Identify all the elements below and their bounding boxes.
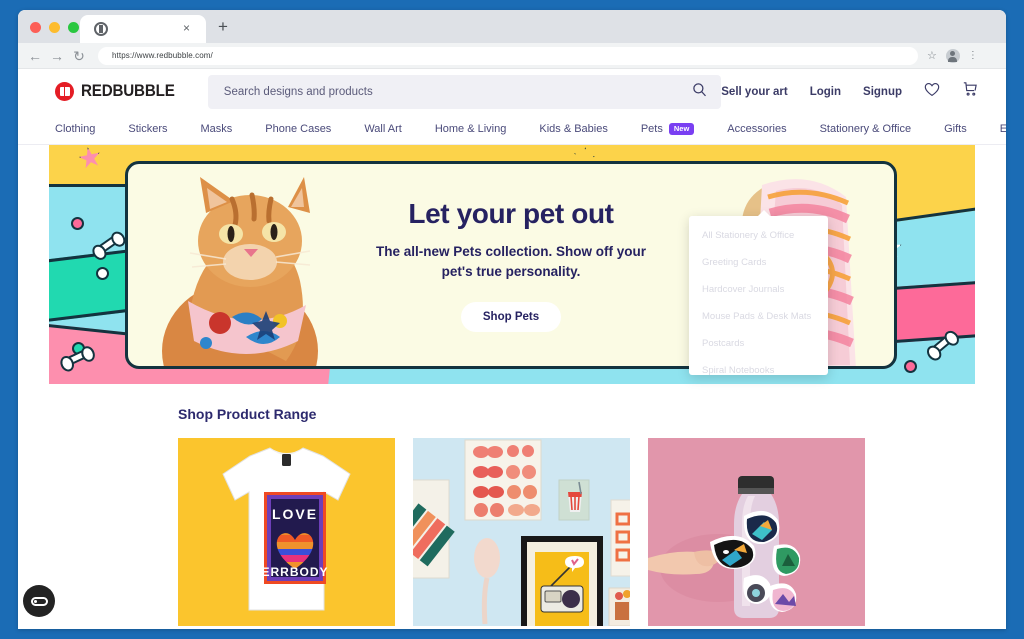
- heart-icon[interactable]: [924, 82, 940, 102]
- dropdown-item-hardcover-journals[interactable]: Hardcover Journals: [702, 284, 828, 295]
- browser-tab[interactable]: ×: [80, 15, 206, 43]
- sell-your-art-link[interactable]: Sell your art: [721, 86, 787, 98]
- nav-label: Home & Living: [434, 123, 507, 135]
- redbubble-logo-icon: [55, 82, 74, 101]
- nav-item-wall-art[interactable]: Wall Art: [364, 123, 402, 135]
- water-bottle-image: [648, 438, 865, 626]
- dropdown-item-spiral-notebooks[interactable]: Spiral Notebooks: [702, 365, 828, 376]
- nav-label: Masks: [200, 123, 233, 135]
- minimize-window-button[interactable]: [49, 22, 60, 33]
- accessibility-widget[interactable]: [23, 585, 55, 617]
- search-icon[interactable]: [692, 82, 707, 102]
- product-card-wall-art[interactable]: [413, 438, 630, 626]
- shop-pets-button[interactable]: Shop Pets: [460, 301, 562, 332]
- url-text: https://www.redbubble.com/: [112, 51, 213, 60]
- svg-text:LOVE: LOVE: [272, 506, 318, 522]
- tshirt-image: LOVE ERRBODY: [222, 447, 351, 611]
- dropdown-item-mouse-pads[interactable]: Mouse Pads & Desk Mats: [702, 311, 828, 322]
- category-nav: Clothing Stickers Masks Phone Cases Wall…: [18, 114, 1006, 145]
- hero-title: Let your pet out: [408, 198, 614, 230]
- nav-label: Pets: [640, 123, 663, 135]
- nav-item-clothing[interactable]: Clothing: [55, 123, 95, 135]
- nav-label: Explore designs: [999, 123, 1006, 135]
- close-window-button[interactable]: [30, 22, 41, 33]
- accessibility-icon: [30, 596, 48, 606]
- nav-item-pets[interactable]: Pets New: [640, 123, 695, 135]
- shop-product-range-section: Shop Product Range LOVE ERRBODY: [18, 384, 1006, 626]
- nav-label: Wall Art: [364, 123, 402, 135]
- redbubble-logo[interactable]: REDBUBBLE: [55, 82, 183, 101]
- desktop-background: × + ← → ↻ https://www.redbubble.com/ ☆ ⋮…: [0, 0, 1024, 639]
- nav-label: Gifts: [944, 123, 967, 135]
- nav-label: Stickers: [128, 123, 168, 135]
- nav-label: Accessories: [727, 123, 787, 135]
- nav-item-explore-designs[interactable]: Explore designs: [1000, 123, 1006, 135]
- url-bar[interactable]: https://www.redbubble.com/: [98, 46, 918, 65]
- redbubble-logo-text: REDBUBBLE: [81, 82, 175, 100]
- nav-label: Clothing: [55, 123, 96, 135]
- web-page: REDBUBBLE Sell your art Login Signup: [18, 69, 1006, 629]
- cart-icon[interactable]: [962, 81, 978, 102]
- svg-text:ERRBODY: ERRBODY: [261, 565, 328, 579]
- deco-dot-white: [96, 267, 109, 280]
- avatar-icon[interactable]: [945, 48, 960, 63]
- nav-label: Stationery & Office: [819, 123, 912, 135]
- hero-subtitle: The all-new Pets collection. Show off yo…: [375, 244, 647, 279]
- nav-item-accessories[interactable]: Accessories: [727, 123, 786, 135]
- nav-item-masks[interactable]: Masks: [200, 123, 232, 135]
- nav-item-kids-babies[interactable]: Kids & Babies: [539, 123, 607, 135]
- back-button[interactable]: ←: [24, 49, 46, 63]
- search-input[interactable]: [223, 85, 664, 98]
- login-link[interactable]: Login: [810, 86, 841, 98]
- site-header: REDBUBBLE Sell your art Login Signup: [18, 69, 1006, 114]
- signup-link[interactable]: Signup: [863, 86, 902, 98]
- hero-text-block: Let your pet out The all-new Pets collec…: [369, 198, 654, 332]
- nav-label: Phone Cases: [265, 123, 332, 135]
- product-card-water-bottle[interactable]: [648, 438, 865, 626]
- dropdown-item-greeting-cards[interactable]: Greeting Cards: [702, 257, 828, 268]
- reload-button[interactable]: ↻: [68, 49, 90, 63]
- nav-item-home-living[interactable]: Home & Living: [435, 123, 507, 135]
- header-links: Sell your art Login Signup: [721, 81, 978, 102]
- nav-item-stickers[interactable]: Stickers: [128, 123, 167, 135]
- new-badge: New: [668, 123, 695, 135]
- window-controls[interactable]: [30, 22, 79, 33]
- browser-address-bar: ← → ↻ https://www.redbubble.com/ ☆ ⋮: [18, 43, 1006, 69]
- deco-dot-pink: [71, 217, 84, 230]
- cat-photo: [162, 177, 318, 366]
- hero-banner: Let your pet out The all-new Pets collec…: [49, 145, 975, 384]
- nav-item-stationery-office[interactable]: Stationery & Office: [820, 123, 912, 135]
- forward-button[interactable]: →: [46, 49, 68, 63]
- section-title: Shop Product Range: [178, 406, 317, 422]
- favicon-icon: [94, 22, 108, 36]
- product-card-tshirt[interactable]: LOVE ERRBODY: [178, 438, 395, 626]
- deco-dot-pink-right: [904, 360, 917, 373]
- product-card-list: LOVE ERRBODY: [178, 438, 1006, 626]
- new-tab-button[interactable]: +: [218, 18, 228, 35]
- tab-close-icon[interactable]: ×: [183, 22, 190, 34]
- wall-art-image: [413, 438, 630, 626]
- browser-window: × + ← → ↻ https://www.redbubble.com/ ☆ ⋮…: [18, 10, 1006, 629]
- browser-tab-strip: × +: [18, 10, 1006, 43]
- nav-label: Kids & Babies: [539, 123, 608, 135]
- nav-item-gifts[interactable]: Gifts: [944, 123, 967, 135]
- search-bar[interactable]: [207, 74, 722, 109]
- nav-item-phone-cases[interactable]: Phone Cases: [265, 123, 331, 135]
- browser-menu-icon[interactable]: ⋮: [968, 50, 978, 61]
- star-icon[interactable]: ☆: [927, 49, 937, 62]
- dropdown-item-postcards[interactable]: Postcards: [702, 338, 828, 349]
- maximize-window-button[interactable]: [68, 22, 79, 33]
- dropdown-item-all-stationery[interactable]: All Stationery & Office: [702, 230, 828, 241]
- stationery-office-dropdown[interactable]: All Stationery & Office Greeting Cards H…: [689, 210, 828, 376]
